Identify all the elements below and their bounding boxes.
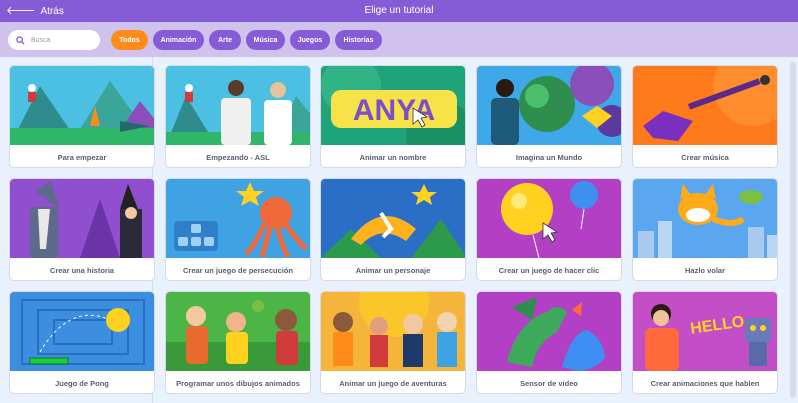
tutorial-thumbnail [477,179,621,258]
tutorial-label: Programar unos dibujos animados [176,378,300,388]
tutorial-card-make-music[interactable]: Crear música [632,65,778,168]
tutorial-thumbnail [166,66,310,145]
tutorial-thumbnail: HELLO [633,292,777,371]
filter-chip-animation[interactable]: Animación [153,30,204,50]
filter-chip-art[interactable]: Arte [209,30,241,50]
tutorial-label: Crear una historia [49,265,115,275]
tutorial-card-chase-game[interactable]: Crear un juego de persecución [165,178,311,281]
filter-chip-games[interactable]: Juegos [290,30,330,50]
tutorial-label: Animar un personaje [355,265,431,275]
tutorial-label: Para empezar [57,152,107,162]
tutorial-card-animate-name[interactable]: ANYA Animar un nombre [320,65,466,168]
tutorial-thumbnail [10,179,154,258]
tutorial-card-animate-character[interactable]: Animar un personaje [320,178,466,281]
tutorial-label: Crear un juego de persecución [182,265,294,275]
tutorial-label: Crear música [681,152,729,162]
tutorial-thumbnail [477,66,621,145]
tutorial-card-adventure-game[interactable]: Animar un juego de aventuras [320,291,466,394]
search-box[interactable] [8,30,100,50]
tutorial-label: Crear un juego de hacer clic [498,265,600,275]
tutorial-thumbnail [10,66,154,145]
scrollbar[interactable] [790,62,796,398]
tutorial-thumbnail: ANYA [321,66,465,145]
tutorial-card-code-cartoon[interactable]: Programar unos dibujos animados [165,291,311,394]
tutorial-card-getting-started-asl[interactable]: Empezando - ASL [165,65,311,168]
tutorial-label: Hazlo volar [684,265,725,275]
filter-chip-music[interactable]: Música [246,30,285,50]
search-icon [16,35,25,45]
tutorial-card-pong-game[interactable]: Juego de Pong [9,291,155,394]
tutorial-card-create-story[interactable]: Crear una historia [9,178,155,281]
tutorial-thumbnail [10,292,154,371]
filter-chip-stories[interactable]: Historias [335,30,382,50]
tutorial-card-imagine-world[interactable]: Imagina un Mundo [476,65,622,168]
tutorial-card-getting-started[interactable]: Para empezar [9,65,155,168]
tutorial-thumbnail [321,292,465,371]
tutorial-label: Empezando - ASL [206,152,270,162]
tutorial-label: Imagina un Mundo [515,152,583,162]
tutorial-card-make-it-fly[interactable]: Hazlo volar [632,178,778,281]
tutorial-thumbnail [166,292,310,371]
tutorial-label: Crear animaciones que hablen [650,378,760,388]
tutorial-label: Animar un nombre [359,152,427,162]
filter-chip-all[interactable]: Todos [111,30,148,50]
filter-bar: Todos Animación Arte Música Juegos Histo… [0,22,798,57]
tutorial-card-talking-animations[interactable]: HELLO Crear animaciones que hablen [632,291,778,394]
tutorial-label: Animar un juego de aventuras [339,378,447,388]
page-title: Elige un tutorial [364,5,434,16]
tutorial-label: Juego de Pong [55,378,109,388]
search-input[interactable] [31,36,87,44]
top-bar: 🡐 Atrás Elige un tutorial [0,0,798,22]
tutorial-card-video-sensing[interactable]: Sensor de video [476,291,622,394]
tutorial-thumbnail [633,66,777,145]
tutorial-thumbnail [321,179,465,258]
tutorial-card-clicker-game[interactable]: Crear un juego de hacer clic [476,178,622,281]
tutorial-thumbnail [633,179,777,258]
tutorial-label: Sensor de video [520,378,578,388]
tutorial-thumbnail [477,292,621,371]
tutorial-thumbnail [166,179,310,258]
